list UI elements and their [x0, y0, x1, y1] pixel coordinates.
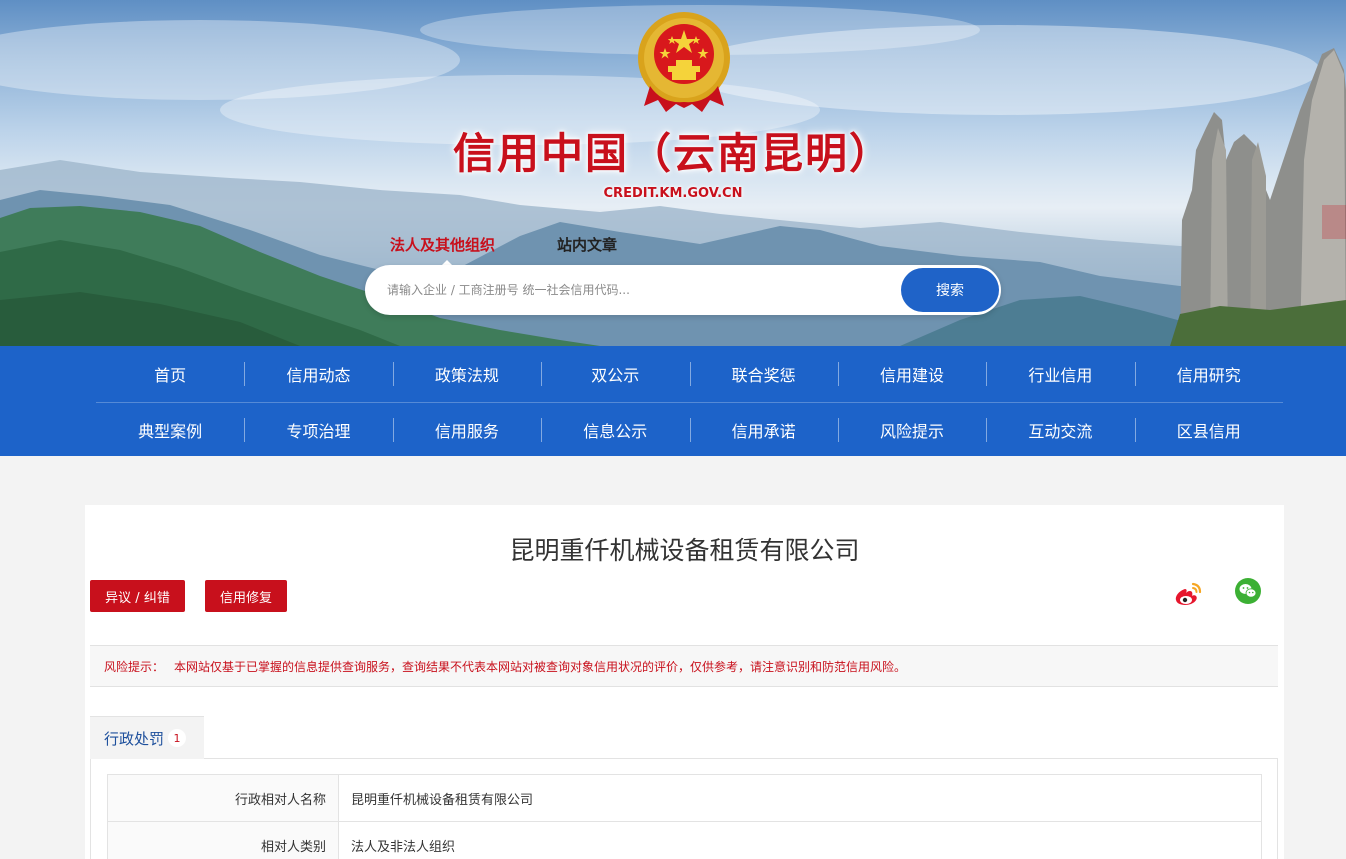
site-url: CREDIT.KM.GOV.CN — [603, 186, 743, 201]
search-box: 搜索 — [365, 265, 1001, 315]
search-input[interactable] — [387, 265, 887, 315]
search-tab-organization[interactable]: 法人及其他组织 — [390, 234, 495, 267]
nav-row-1: 首页 信用动态 政策法规 双公示 联合奖惩 信用建设 行业信用 信用研究 — [96, 346, 1283, 403]
risk-warning-bar: 风险提示： 本网站仅基于已掌握的信息提供查询服务，查询结果不代表本网站对被查询对… — [90, 645, 1278, 687]
tab-label: 行政处罚 — [104, 729, 165, 748]
company-name-title: 昆明重仟机械设备租赁有限公司 — [509, 536, 860, 565]
details-panel: 行政相对人名称 昆明重仟机械设备租赁有限公司 相对人类别 法人及非法人组织 — [90, 759, 1278, 859]
nav-item-county-credit[interactable]: 区县信用 — [1135, 403, 1283, 456]
search-tab-articles[interactable]: 站内文章 — [557, 234, 617, 255]
credit-repair-button[interactable]: 信用修复 — [205, 580, 287, 612]
nav-item-credit-construction[interactable]: 信用建设 — [838, 346, 986, 402]
details-table: 行政相对人名称 昆明重仟机械设备租赁有限公司 相对人类别 法人及非法人组织 — [107, 774, 1262, 859]
nav-item-joint-rewards[interactable]: 联合奖惩 — [690, 346, 838, 402]
weibo-icon[interactable] — [1173, 579, 1203, 609]
detail-key: 相对人类别 — [107, 821, 339, 859]
nav-row-2: 典型案例 专项治理 信用服务 信息公示 信用承诺 风险提示 互动交流 区县信用 — [96, 403, 1283, 456]
record-tabs: 行政处罚 1 — [90, 716, 1278, 759]
nav-item-special-governance[interactable]: 专项治理 — [244, 403, 392, 456]
nav-item-credit-news[interactable]: 信用动态 — [244, 346, 392, 402]
table-row: 相对人类别 法人及非法人组织 — [107, 821, 1262, 859]
detail-value: 法人及非法人组织 — [338, 821, 1262, 859]
search-button[interactable]: 搜索 — [901, 268, 999, 312]
nav-item-typical-cases[interactable]: 典型案例 — [96, 403, 244, 456]
main-nav: 首页 信用动态 政策法规 双公示 联合奖惩 信用建设 行业信用 信用研究 典型案… — [0, 346, 1346, 456]
nav-item-risk-warning[interactable]: 风险提示 — [838, 403, 986, 456]
company-detail-card: 昆明重仟机械设备租赁有限公司 异议 / 纠错 信用修复 风险提示： 本网站仅基于… — [85, 505, 1284, 859]
tab-count-badge: 1 — [168, 729, 187, 747]
national-emblem-icon — [638, 12, 730, 112]
nav-item-double-publicity[interactable]: 双公示 — [541, 346, 689, 402]
nav-item-home[interactable]: 首页 — [96, 346, 244, 402]
nav-item-credit-research[interactable]: 信用研究 — [1135, 346, 1283, 402]
nav-item-credit-commitment[interactable]: 信用承诺 — [690, 403, 838, 456]
header-banner: 信用中国（云南昆明） CREDIT.KM.GOV.CN 法人及其他组织 站内文章… — [0, 0, 1346, 346]
nav-item-policy[interactable]: 政策法规 — [393, 346, 541, 402]
wechat-icon[interactable] — [1235, 578, 1261, 604]
objection-button[interactable]: 异议 / 纠错 — [90, 580, 185, 612]
nav-item-interaction[interactable]: 互动交流 — [986, 403, 1134, 456]
site-title: 信用中国（云南昆明） — [452, 129, 893, 178]
detail-key: 行政相对人名称 — [107, 774, 339, 822]
tab-administrative-penalty[interactable]: 行政处罚 1 — [90, 716, 204, 759]
nav-item-info-disclosure[interactable]: 信息公示 — [541, 403, 689, 456]
risk-warning-text: 本网站仅基于已掌握的信息提供查询服务，查询结果不代表本网站对被查询对象信用状况的… — [174, 659, 907, 674]
nav-item-credit-service[interactable]: 信用服务 — [393, 403, 541, 456]
risk-warning-label: 风险提示： — [104, 659, 165, 674]
detail-value: 昆明重仟机械设备租赁有限公司 — [338, 774, 1262, 822]
table-row: 行政相对人名称 昆明重仟机械设备租赁有限公司 — [107, 774, 1262, 822]
nav-item-industry-credit[interactable]: 行业信用 — [986, 346, 1134, 402]
